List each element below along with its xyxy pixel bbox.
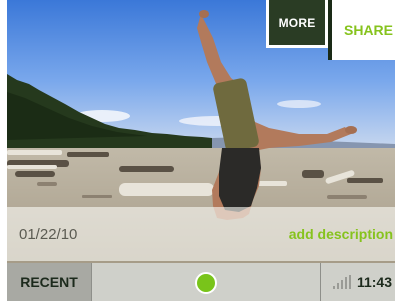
top-menu: MORE SHARE	[266, 0, 395, 60]
status-area: 11:43	[320, 263, 395, 301]
left-frame-border	[0, 0, 7, 301]
signal-strength-icon	[332, 275, 351, 289]
clock: 11:43	[356, 274, 392, 290]
add-description-link[interactable]: add description	[289, 226, 393, 242]
recent-label: RECENT	[20, 274, 78, 290]
share-button[interactable]: SHARE	[328, 0, 395, 60]
green-dot-icon[interactable]	[195, 272, 217, 294]
photo-info-bar: 01/22/10 add description	[7, 207, 395, 261]
bottom-bar: RECENT 11:43	[7, 263, 395, 301]
photo-viewer-screen: MORE SHARE 01/22/10 add description RECE…	[0, 0, 398, 301]
more-label: MORE	[278, 15, 316, 30]
more-button[interactable]: MORE	[266, 0, 328, 48]
share-label: SHARE	[343, 22, 393, 38]
recent-button[interactable]: RECENT	[7, 263, 92, 301]
photo-date: 01/22/10	[19, 225, 78, 243]
